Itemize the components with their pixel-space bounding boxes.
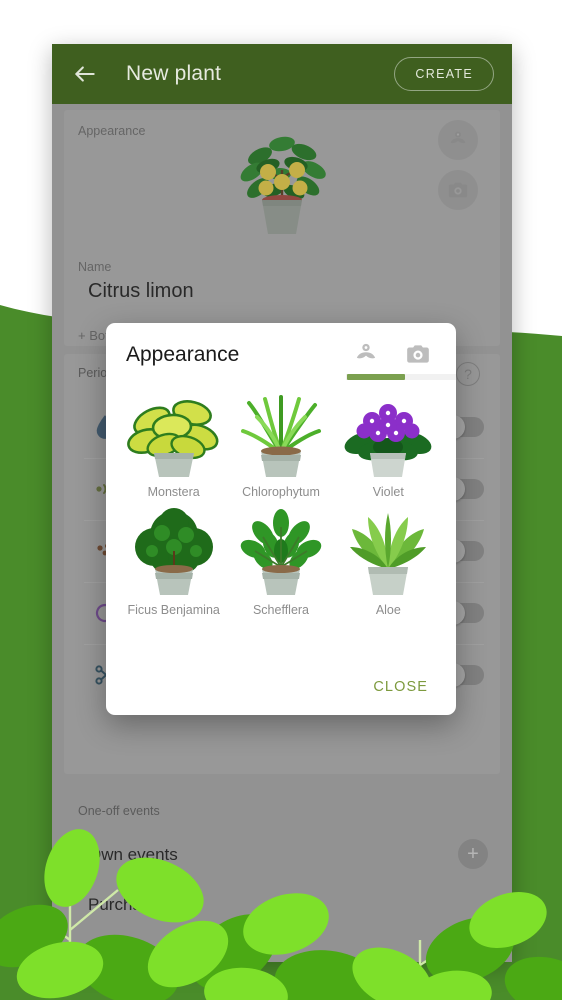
camera-tab[interactable]	[400, 338, 436, 370]
chlorophytum-thumbnail	[240, 395, 321, 477]
aloe-thumbnail	[350, 513, 427, 595]
plant-option-monstera[interactable]: Monstera	[120, 387, 227, 499]
name-label: Name	[78, 260, 112, 274]
plant-option-aloe[interactable]: Aloe	[335, 505, 442, 617]
plant-option-violet[interactable]: Violet	[335, 387, 442, 499]
hero-plant-image	[240, 136, 326, 234]
screen: New plant CREATE Appearance Name Citrus …	[0, 0, 562, 1000]
close-button[interactable]: CLOSE	[365, 671, 436, 703]
plant-option-schefflera[interactable]: Schefflera	[227, 505, 334, 617]
dialog-tabs	[348, 334, 436, 370]
create-button[interactable]: CREATE	[394, 57, 494, 91]
plant-option-ficus[interactable]: Ficus Benjamina	[120, 505, 227, 617]
violet-thumbnail	[344, 404, 432, 477]
help-circle-icon[interactable]: ?	[456, 362, 480, 386]
plant-option-label: Schefflera	[252, 603, 310, 617]
monstera-thumbnail	[126, 400, 219, 477]
flower-icon[interactable]	[438, 120, 478, 160]
dialog-header: Appearance	[106, 323, 456, 381]
leaf-decoration	[0, 829, 562, 1000]
plant-option-label: Ficus Benjamina	[127, 603, 220, 617]
plant-option-label: Chlorophytum	[242, 485, 320, 499]
plant-grid: Monstera Chlorophytum Violet Ficus Benja…	[106, 381, 456, 617]
plant-option-label: Aloe	[375, 603, 401, 617]
plant-option-chlorophytum[interactable]: Chlorophytum	[227, 387, 334, 499]
plant-option-label: Violet	[372, 485, 404, 499]
schefflera-thumbnail	[240, 509, 322, 595]
ficus-thumbnail	[134, 508, 213, 595]
camera-icon[interactable]	[438, 170, 478, 210]
appearance-card: Appearance Name Citrus limon +	[64, 110, 500, 346]
tab-indicator	[347, 374, 405, 380]
dialog-actions: CLOSE	[365, 659, 456, 715]
appearance-dialog: Appearance Monstera Chlorophytum Violet …	[106, 323, 456, 715]
gallery-tab[interactable]	[348, 338, 384, 370]
appearance-label: Appearance	[78, 124, 146, 138]
page-title: New plant	[126, 62, 222, 85]
dialog-title: Appearance	[126, 343, 240, 366]
app-bar: New plant CREATE	[52, 44, 512, 104]
plant-option-label: Monstera	[147, 485, 200, 499]
arrow-left-icon[interactable]	[70, 59, 100, 89]
name-value[interactable]: Citrus limon	[88, 280, 194, 303]
